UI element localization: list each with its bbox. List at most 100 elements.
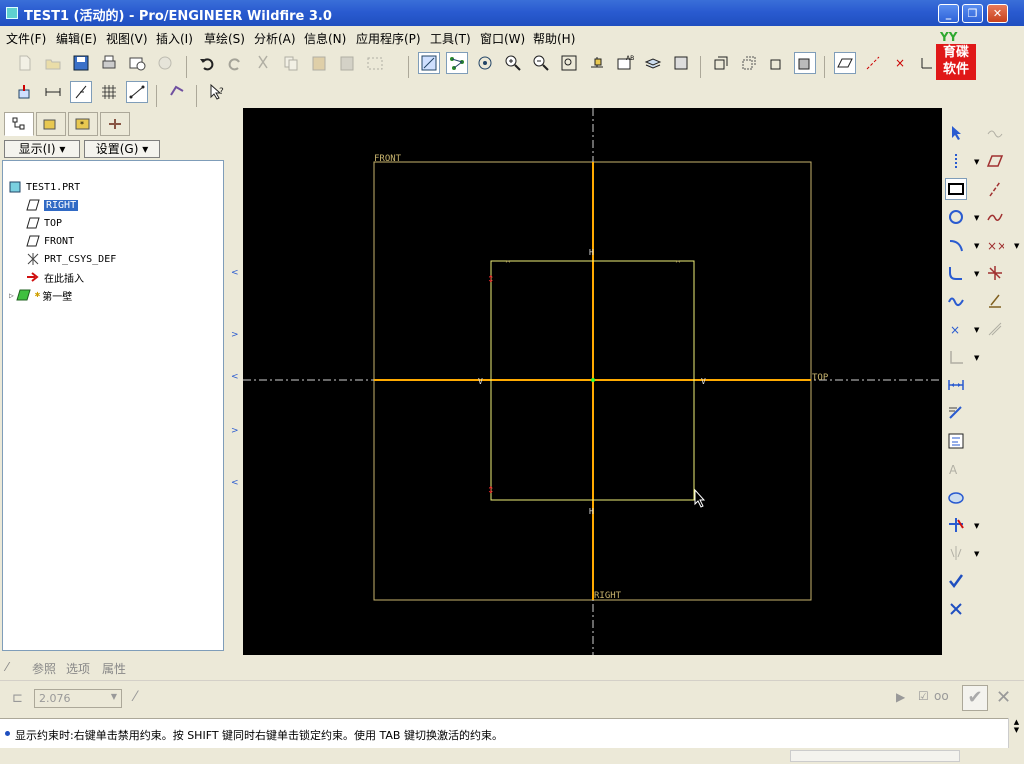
collapse-arrow-icon[interactable]: < [231,478,239,488]
graphics-window[interactable]: ↕ ↕ H H V V ^ ^ FRONT TOP RIGHT [243,108,942,655]
tab-options[interactable]: 选项 [66,660,90,677]
datum-plane-icon[interactable] [984,150,1006,172]
sketcher-palette-icon[interactable] [945,486,967,508]
message-scrollbar[interactable]: ▲ ▼ [1008,718,1024,748]
collapse-arrow-icon[interactable]: < [231,372,239,382]
flip-direction-icon[interactable]: ⁄ [134,689,136,705]
send-icon[interactable] [154,52,176,74]
line-icon[interactable] [945,150,967,172]
disp-dimensions-icon[interactable] [42,81,64,103]
tab-model-tree[interactable] [4,112,34,136]
tab-folder-browser[interactable] [36,112,66,136]
paste-icon[interactable] [308,52,330,74]
print-icon[interactable] [98,52,120,74]
hidden-line-icon[interactable] [738,52,760,74]
chevron-down-icon[interactable]: ▼ [974,242,979,250]
zoom-in-icon[interactable] [502,52,524,74]
filter-box[interactable] [790,750,960,762]
reorient-icon[interactable] [586,52,608,74]
orient-mode-icon[interactable] [474,52,496,74]
context-help-icon[interactable]: ? [206,81,228,103]
chevron-down-icon[interactable]: ▼ [974,270,979,278]
menu-sketch[interactable]: 草绘(S) [204,30,245,47]
fillet-icon[interactable] [945,262,967,284]
tab-properties[interactable]: 属性 [102,660,126,677]
point-icon[interactable]: × [945,318,967,340]
datum-planes-toggle-icon[interactable] [834,52,856,74]
vertical-constraint-marker[interactable]: ↕ [487,486,495,496]
email-icon[interactable] [126,52,148,74]
display-dropdown[interactable]: 显示(I) ▾ [4,140,80,158]
menu-file[interactable]: 文件(F) [6,30,46,47]
minimize-button[interactable]: _ [938,4,959,23]
tree-item-insert-here[interactable]: 在此插入 [25,269,84,285]
menu-analysis[interactable]: 分析(A) [254,30,296,47]
circle-icon[interactable] [945,206,967,228]
vertical-constraint-marker[interactable]: V [478,377,483,386]
chevron-down-icon[interactable]: ▼ [111,692,117,701]
wireframe-icon[interactable] [710,52,732,74]
chevron-down-icon[interactable]: ▼ [974,550,979,558]
glasses-icon[interactable]: oo [934,689,949,703]
quit-x-icon[interactable] [945,598,967,620]
spin-center-icon[interactable] [446,52,468,74]
mirror-icon[interactable] [945,542,967,564]
tab-connections[interactable] [100,112,130,136]
dashboard-sketch-icon[interactable]: ⁄ [6,660,8,674]
settings-dropdown[interactable]: 设置(G) ▾ [84,140,160,158]
menu-help[interactable]: 帮助(H) [533,30,575,47]
save-icon[interactable] [70,52,92,74]
cut-icon[interactable] [252,52,274,74]
vertical-constraint-marker[interactable]: V [701,377,706,386]
tab-references[interactable]: 参照 [32,660,56,677]
csys-toggle-icon[interactable] [916,52,938,74]
restore-button[interactable]: ❐ [962,4,983,23]
close-button[interactable]: ✕ [987,4,1008,23]
tree-item-right[interactable]: RIGHT [25,197,79,213]
spline-icon[interactable] [945,290,967,312]
tree-item-top[interactable]: TOP [25,215,62,231]
panel-splitter[interactable]: < > < > < [229,108,241,656]
datum-point-icon[interactable]: ×× [984,234,1006,256]
chevron-down-icon[interactable]: ▼ [974,158,979,166]
text-icon[interactable]: A [945,458,967,480]
paste-special-icon[interactable] [336,52,358,74]
disp-vertices-icon[interactable] [126,81,148,103]
vertical-constraint-marker[interactable]: ↕ [487,275,495,285]
tree-item-front[interactable]: FRONT [25,233,74,249]
expand-icon[interactable]: ▷ [9,291,14,300]
copy-icon[interactable] [280,52,302,74]
expand-arrow-icon[interactable]: > [231,426,239,436]
horizontal-constraint-marker[interactable]: H [589,248,594,257]
datum-offset-icon[interactable] [984,318,1006,340]
datum-curve-icon[interactable] [984,206,1006,228]
rectangle-icon[interactable] [945,178,967,200]
chevron-down-icon[interactable]: ▼ [974,214,979,222]
disp-grid-icon[interactable] [98,81,120,103]
tree-item-part[interactable]: TEST1.PRT [7,179,80,195]
arc-icon[interactable] [945,234,967,256]
expand-arrow-icon[interactable]: > [231,330,239,340]
layers-icon[interactable] [642,52,664,74]
datum-axes-toggle-icon[interactable] [862,52,884,74]
chevron-down-icon[interactable]: ▼ [1014,242,1019,250]
menu-window[interactable]: 窗口(W) [480,30,525,47]
menu-view[interactable]: 视图(V) [106,30,148,47]
menu-edit[interactable]: 编辑(E) [56,30,97,47]
thickness-value-field[interactable]: 2.076 ▼ [34,689,122,708]
chevron-down-icon[interactable]: ▼ [974,354,979,362]
modify-icon[interactable] [945,402,967,424]
undo-icon[interactable] [196,52,218,74]
menu-applications[interactable]: 应用程序(P) [356,30,421,47]
refit-icon[interactable] [558,52,580,74]
tab-favorites[interactable]: * [68,112,98,136]
pause-icon[interactable]: ▶ [896,690,905,704]
dimension-icon[interactable] [945,374,967,396]
menu-info[interactable]: 信息(N) [304,30,346,47]
tree-item-first-wall[interactable]: ▷ ✱ 第一壁 [9,287,72,303]
shading-icon[interactable] [794,52,816,74]
view-manager-icon[interactable] [670,52,692,74]
select-arrow-icon[interactable] [945,122,967,144]
zoom-out-icon[interactable] [530,52,552,74]
redo-icon[interactable] [224,52,246,74]
